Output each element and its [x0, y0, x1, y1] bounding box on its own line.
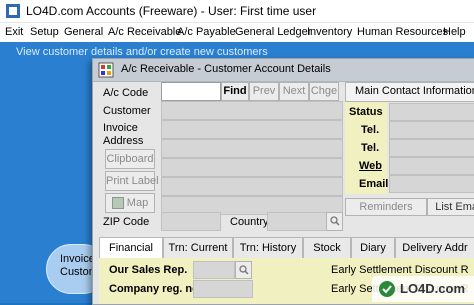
print-label-button[interactable]: Print Label — [105, 171, 159, 191]
list-emails-label: List Ema — [435, 201, 474, 213]
zip-code-label: ZIP Code — [103, 216, 150, 228]
address-line-2-field[interactable] — [161, 139, 343, 158]
tel2-field[interactable] — [389, 139, 474, 157]
prev-button[interactable]: Prev — [249, 82, 279, 101]
map-button[interactable]: Map — [105, 193, 155, 213]
tab-financial[interactable]: Financial — [99, 237, 163, 258]
tab-trn-current[interactable]: Trn: Current — [163, 237, 233, 258]
address-line-1-field[interactable] — [161, 120, 343, 139]
sales-rep-label: Our Sales Rep. — [109, 264, 188, 276]
dialog-app-icon — [98, 62, 114, 78]
magnifier-icon — [238, 265, 249, 275]
country-label: Country — [230, 216, 269, 228]
sales-rep-lookup-button[interactable] — [235, 261, 252, 279]
tel1-field[interactable] — [389, 121, 474, 139]
window-title: LO4D.com Accounts (Freeware) - User: Fir… — [26, 4, 317, 18]
dialog-title: A/c Receivable - Customer Account Detail… — [121, 63, 331, 75]
window-titlebar: LO4D.com Accounts (Freeware) - User: Fir… — [0, 0, 474, 23]
map-icon — [111, 197, 124, 210]
watermark-text: LO4D.com — [400, 281, 466, 296]
country-field[interactable] — [267, 212, 327, 231]
tab-delivery-addr[interactable]: Delivery Addr — [395, 237, 474, 258]
menu-bar: Exit Setup General A/c Receivable A/c Pa… — [0, 23, 474, 42]
web-label[interactable]: Web — [359, 160, 382, 172]
customer-field[interactable] — [161, 101, 343, 120]
contact-header: Main Contact Information — [355, 85, 474, 97]
company-reg-field[interactable] — [193, 280, 253, 298]
change-button[interactable]: Chge — [309, 82, 339, 101]
zip-code-field[interactable] — [161, 212, 221, 231]
web-field[interactable] — [389, 157, 474, 175]
address-line-4-field[interactable] — [161, 177, 343, 196]
workspace-tip: View customer details and/or create new … — [16, 46, 268, 58]
early-discount-label-1: Early Settlement Discount R — [331, 264, 469, 276]
address-line-3-field[interactable] — [161, 158, 343, 177]
tab-diary[interactable]: Diary — [351, 237, 395, 258]
menu-human-resources[interactable]: Human Resources — [357, 26, 448, 38]
invoice-address-label: Invoice Address — [103, 122, 144, 147]
customer-account-dialog: A/c Receivable - Customer Account Detail… — [92, 58, 474, 305]
email-label: Email — [359, 178, 389, 190]
dialog-titlebar: A/c Receivable - Customer Account Detail… — [93, 59, 474, 82]
bubble-label-invoice: Invoice — [60, 253, 95, 265]
sales-rep-field[interactable] — [193, 261, 235, 279]
menu-ac-payable[interactable]: A/c Payable — [177, 26, 236, 38]
next-button[interactable]: Next — [279, 82, 309, 101]
tab-stock[interactable]: Stock — [303, 237, 351, 258]
status-field[interactable] — [389, 103, 474, 121]
reminders-button[interactable]: Reminders — [345, 198, 427, 216]
ac-code-input[interactable] — [161, 82, 221, 101]
menu-help[interactable]: Help — [443, 26, 466, 38]
tel2-label: Tel. — [361, 142, 380, 154]
menu-general-ledger[interactable]: General Ledger — [235, 26, 311, 38]
tab-trn-history[interactable]: Trn: History — [233, 237, 303, 258]
status-label: Status — [349, 106, 383, 118]
magnifier-icon — [329, 216, 340, 226]
list-emails-button[interactable]: List Ema — [427, 198, 474, 216]
menu-ac-receivable[interactable]: A/c Receivable — [108, 26, 181, 38]
menu-inventory[interactable]: Inventory — [307, 26, 352, 38]
app-icon — [6, 4, 20, 18]
company-reg-label: Company reg. no. — [109, 283, 202, 295]
tel1-label: Tel. — [361, 124, 380, 136]
customer-label: Customer — [103, 105, 151, 117]
country-lookup-button[interactable] — [326, 212, 343, 231]
map-button-label: Map — [126, 197, 149, 209]
find-button[interactable]: Find — [221, 82, 249, 101]
lo4d-logo-icon — [379, 281, 395, 297]
menu-setup[interactable]: Setup — [30, 26, 59, 38]
menu-exit[interactable]: Exit — [5, 26, 23, 38]
menu-general[interactable]: General — [64, 26, 103, 38]
clipboard-button[interactable]: Clipboard — [105, 149, 155, 169]
email-field[interactable] — [389, 175, 474, 193]
ac-code-label: A/c Code — [103, 87, 149, 99]
lo4d-watermark: LO4D.com — [372, 276, 474, 302]
